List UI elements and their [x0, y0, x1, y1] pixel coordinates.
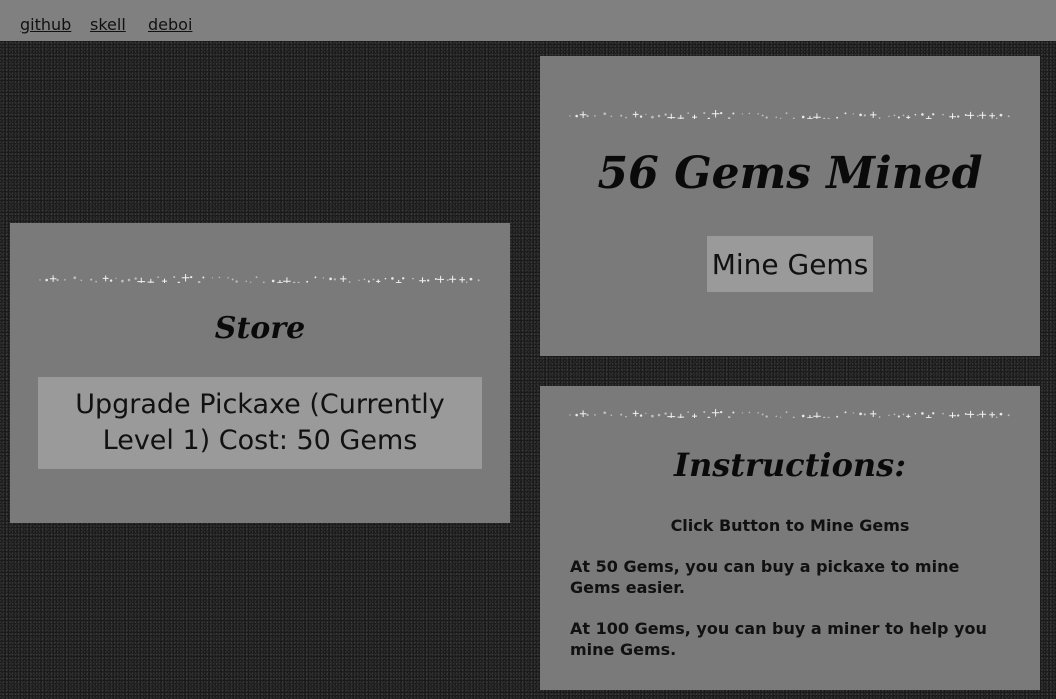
instructions-panel: Instructions: Click Button to Mine Gems … — [540, 386, 1040, 690]
sparkle-divider-decoration — [39, 273, 480, 283]
sparkle-divider-decoration — [569, 109, 1010, 119]
mine-gems-button[interactable]: Mine Gems — [707, 236, 873, 292]
instruction-line-miner: At 100 Gems, you can buy a miner to help… — [570, 619, 987, 659]
instruction-line-mine: Click Button to Mine Gems — [670, 516, 910, 535]
nav-link-deboi[interactable]: deboi — [148, 16, 192, 34]
mine-panel: 56 Gems Mined Mine Gems — [540, 56, 1040, 356]
upgrade-pickaxe-button[interactable]: Upgrade Pickaxe (Currently Level 1) Cost… — [38, 377, 482, 469]
store-title: Store — [214, 311, 306, 346]
store-panel: Store Upgrade Pickaxe (Currently Level 1… — [10, 223, 510, 523]
sparkle-divider-decoration — [569, 408, 1010, 418]
nav-link-github[interactable]: github — [20, 16, 71, 34]
gems-mined-count: 56 Gems Mined — [597, 148, 983, 199]
instruction-line-pickaxe: At 50 Gems, you can buy a pickaxe to min… — [570, 557, 960, 597]
nav-link-skell[interactable]: skell — [90, 16, 126, 34]
top-nav-bar: github skell deboi — [0, 0, 1056, 41]
instructions-title: Instructions: — [673, 446, 906, 484]
